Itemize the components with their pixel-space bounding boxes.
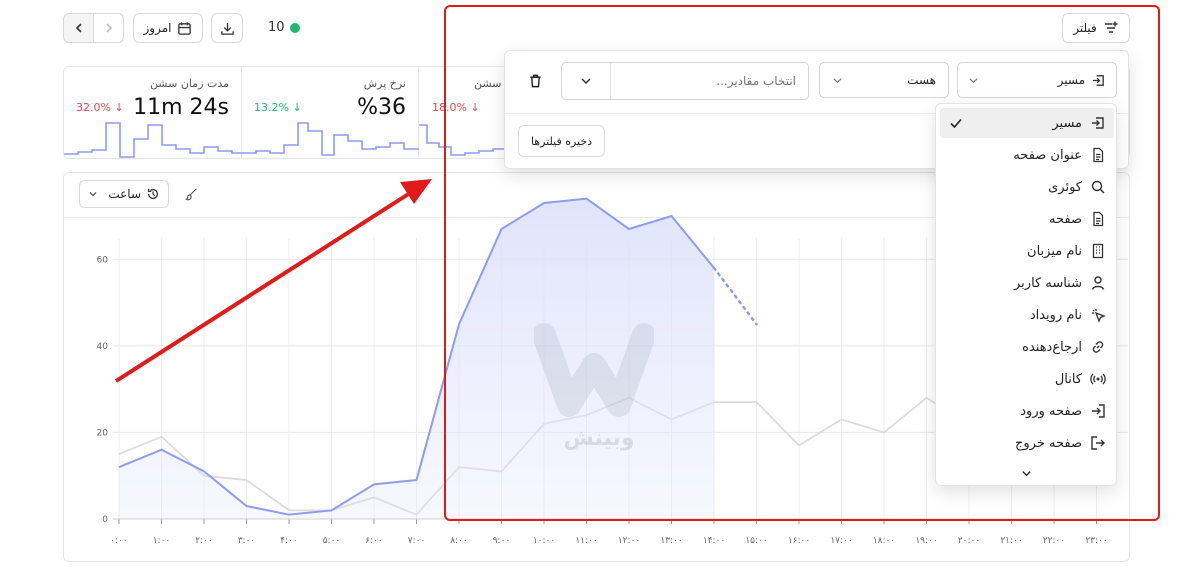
link-icon bbox=[1090, 339, 1106, 355]
filter-values-select[interactable] bbox=[561, 62, 809, 100]
field-option[interactable]: صفحه ورود bbox=[940, 396, 1114, 426]
field-dropdown-menu: مسیر عنوان صفحه کوئری صفحه نام میزبان شناسه ک… bbox=[935, 103, 1117, 486]
chevron-down-icon bbox=[581, 78, 591, 85]
enter-icon bbox=[1092, 74, 1104, 86]
field-select[interactable]: مسیر bbox=[957, 62, 1117, 98]
field-option-label: صفحه خروج bbox=[1015, 435, 1082, 451]
values-input[interactable] bbox=[611, 64, 808, 98]
field-option[interactable]: کوئری bbox=[940, 172, 1114, 202]
check-icon bbox=[948, 115, 964, 135]
field-option[interactable]: ارجاع‌دهنده bbox=[940, 332, 1114, 362]
field-option[interactable]: صفحه خروج bbox=[940, 428, 1114, 458]
save-filters-label: ذخیره فیلترها bbox=[530, 134, 593, 148]
field-option[interactable]: شناسه کاربر bbox=[940, 268, 1114, 298]
user-icon bbox=[1090, 275, 1106, 291]
broadcast-icon bbox=[1090, 371, 1106, 387]
field-option-label: کوئری bbox=[1048, 179, 1082, 195]
save-filters-button[interactable]: ذخیره فیلترها bbox=[518, 125, 605, 157]
building-icon bbox=[1090, 243, 1106, 259]
field-option[interactable]: نام رویداد bbox=[940, 300, 1114, 330]
field-option[interactable]: نام میزبان bbox=[940, 236, 1114, 266]
field-option-label: شناسه کاربر bbox=[1014, 275, 1082, 291]
enter-icon bbox=[1090, 115, 1106, 131]
field-option[interactable]: صفحه bbox=[940, 204, 1114, 234]
operator-value: هست bbox=[907, 73, 936, 87]
field-option[interactable]: عنوان صفحه bbox=[940, 140, 1114, 170]
field-option-label: عنوان صفحه bbox=[1013, 147, 1082, 163]
field-option-label: صفحه ورود bbox=[1020, 403, 1082, 419]
field-option-label: صفحه bbox=[1049, 211, 1082, 227]
chevron-down-icon bbox=[969, 77, 978, 83]
logout-icon bbox=[1090, 435, 1106, 451]
field-option[interactable]: مسیر bbox=[940, 108, 1114, 138]
scroll-more-button[interactable] bbox=[1016, 466, 1036, 480]
field-option[interactable]: کانال bbox=[940, 364, 1114, 394]
values-dropdown-toggle[interactable] bbox=[562, 63, 611, 99]
chevron-down-icon bbox=[1021, 470, 1031, 476]
login-icon bbox=[1090, 403, 1106, 419]
chevron-down-icon bbox=[833, 77, 842, 83]
field-option-label: کانال bbox=[1054, 371, 1082, 387]
field-option-label: مسیر bbox=[1052, 115, 1082, 131]
document-icon bbox=[1090, 211, 1106, 227]
pointer-click-icon bbox=[1090, 307, 1106, 323]
field-option-label: ارجاع‌دهنده bbox=[1022, 339, 1082, 355]
search-icon bbox=[1090, 179, 1106, 195]
field-option-label: نام رویداد bbox=[1029, 307, 1082, 323]
delete-filter-button[interactable] bbox=[522, 68, 548, 94]
operator-select[interactable]: هست bbox=[819, 62, 949, 98]
document-icon bbox=[1090, 147, 1106, 163]
field-option-label: نام میزبان bbox=[1027, 243, 1082, 259]
trash-icon bbox=[529, 74, 541, 88]
field-value: مسیر bbox=[1057, 73, 1085, 87]
